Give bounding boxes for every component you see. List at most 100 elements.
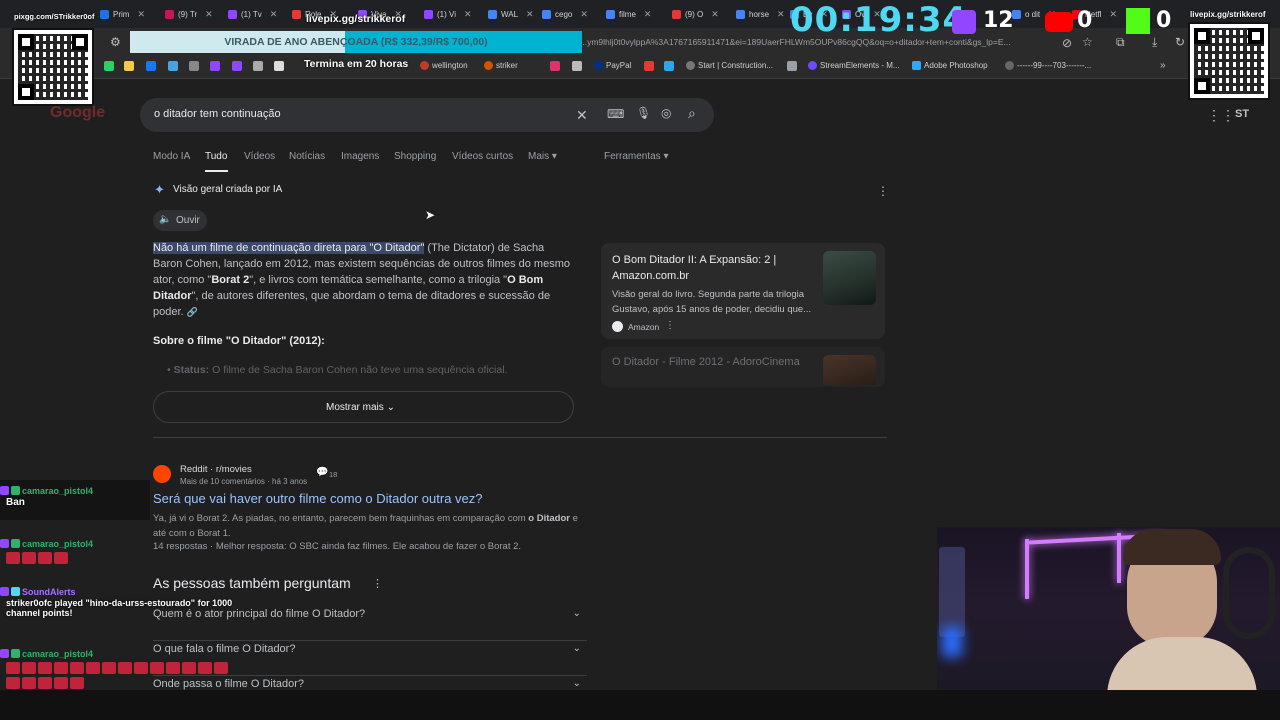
bookmark-construction[interactable]: Start | Construction... [686,61,773,70]
stream-timer: 00:19:34 [790,0,968,40]
listen-label: Ouvir [176,215,200,226]
bookmark-icon[interactable] [189,61,199,71]
youtube-icon [1045,12,1073,32]
bottom-bar [0,690,1280,720]
tab-mais[interactable]: Mais ▾ [528,151,557,162]
active-tab-indicator [205,170,228,172]
history-icon[interactable]: ↻ [1175,35,1185,49]
close-icon[interactable]: ✕ [777,9,785,20]
bookmark-icon[interactable] [572,61,582,71]
bookmark-icon[interactable] [124,61,134,71]
bookmark-icon[interactable] [787,61,797,71]
close-icon[interactable]: ✕ [711,9,719,20]
tab-videos[interactable]: Vídeos [244,151,275,162]
browser-tab[interactable]: (1) Tv ✕ [228,5,277,23]
close-icon[interactable]: ✕ [526,9,534,20]
tab-label: (9) O [685,9,704,19]
more-options-icon[interactable]: ⋮ [372,577,383,590]
browser-tab[interactable]: filme ✕ [606,5,651,23]
google-logo[interactable]: Google [50,104,105,122]
tab-favicon-icon [228,9,237,19]
qr-left-label: pixgg.com/STrikker0of [14,12,95,21]
tab-modo-ia[interactable]: Modo IA [153,151,190,162]
instagram-icon[interactable] [550,61,560,71]
bookmark-icon[interactable] [274,61,284,71]
tab-favicon-icon [488,9,497,19]
clear-icon[interactable]: ✕ [576,107,588,124]
tab-label: WAL [501,9,519,19]
bookmark-icon[interactable] [644,61,654,71]
account-avatar[interactable]: ST [1235,108,1249,120]
extensions-icon[interactable]: ⧉ [1116,35,1125,50]
tab-shopping[interactable]: Shopping [394,151,436,162]
twitch-icon[interactable] [232,61,242,71]
movie-thumbnail [823,355,876,385]
bookmark-striker[interactable]: striker [484,61,518,70]
close-icon[interactable]: ✕ [1109,9,1117,20]
browser-tab[interactable]: Prim ✕ [100,5,145,23]
browser-tab[interactable]: (9) O ✕ [672,5,719,23]
apps-grid-icon[interactable]: ⋮⋮ [1207,107,1235,124]
tab-favicon-icon [165,9,174,19]
eye-off-icon[interactable]: ⊘ [1062,36,1072,50]
site-settings-icon[interactable]: ⚙ [110,35,121,49]
chat-message: SoundAlerts striker0ofc played "hino-da-… [0,584,232,618]
tab-favicon-icon [542,9,551,19]
card-description: Visão geral do livro. Segunda parte da t… [612,289,812,315]
bookmark-misc[interactable]: ------99----703-------... [1005,61,1091,70]
tab-label: (9) Tr [178,9,198,19]
browser-tab[interactable]: (9) Tr ✕ [165,5,213,23]
keyboard-icon[interactable]: ⌨ [607,107,624,121]
chevron-right-icon[interactable]: » [1160,60,1166,71]
card-title[interactable]: O Bom Ditador II: A Expansão: 2 | Amazon… [612,252,817,284]
browser-tab[interactable]: horse ✕ [736,5,785,23]
tab-noticias[interactable]: Notícias [289,151,325,162]
telegram-icon[interactable] [664,61,674,71]
browser-tab[interactable]: cego ✕ [542,5,588,23]
twitch-icon[interactable] [210,61,220,71]
bookmark-paypal[interactable]: PayPal [594,61,631,70]
star-icon[interactable]: ☆ [1082,35,1093,49]
tab-ferramentas[interactable]: Ferramentas ▾ [604,151,669,162]
bookmark-icon[interactable] [168,61,178,71]
bookmark-icon[interactable] [253,61,263,71]
search-icon[interactable]: ⌕ [688,105,696,122]
speaker-icon: 🔈 [159,214,172,225]
tab-favicon-icon [100,9,109,19]
donation-goal-text: VIRADA DE ANO ABENÇOADA (R$ 332,39/R$ 70… [224,36,488,48]
browser-tab[interactable]: WAL ✕ [488,5,534,23]
lens-icon[interactable]: ◎ [661,106,671,120]
tab-favicon-icon [736,9,745,19]
bookmark-wellington[interactable]: wellington [420,61,468,70]
download-icon[interactable]: ⤓ [1152,35,1157,50]
more-options-icon[interactable]: ⋮ [877,184,889,198]
link-icon[interactable]: 🔗 [187,307,198,317]
reddit-icon [153,465,171,483]
tab-tudo[interactable]: Tudo [205,151,227,162]
tab-favicon-icon [292,9,301,19]
tab-videos-curtos[interactable]: Vídeos curtos [452,151,513,162]
card-title[interactable]: O Ditador - Filme 2012 - AdoroCinema [612,356,800,368]
tab-imagens[interactable]: Imagens [341,151,379,162]
search-input[interactable]: o ditador tem continuação [154,108,281,120]
close-icon[interactable]: ✕ [137,9,145,20]
twitch-viewer-count: 12 [983,8,1014,33]
more-options-icon[interactable]: ⋮ [665,320,675,331]
microphone-icon[interactable]: 🎙 [636,106,651,120]
bookmark-streamelements[interactable]: StreamElements - M... [808,61,900,70]
close-icon[interactable]: ✕ [580,9,588,20]
status-line: • Status: O filme de Sacha Baron Cohen n… [167,364,508,376]
browser-tab[interactable]: (1) Vi ✕ [424,5,472,23]
headphones [1223,547,1275,639]
donation-goal-subtitle: Termina em 20 horas [304,58,409,70]
bookmark-photoshop[interactable]: Adobe Photoshop [912,61,988,70]
whatsapp-icon[interactable] [104,61,114,71]
mouse-cursor-icon: ➤ [425,208,436,222]
facebook-icon[interactable] [146,61,156,71]
close-icon[interactable]: ✕ [205,9,213,20]
tab-favicon-icon [424,9,433,19]
close-icon[interactable]: ✕ [644,9,652,20]
close-icon[interactable]: ✕ [464,9,472,20]
tab-label: (1) Tv [241,9,262,19]
close-icon[interactable]: ✕ [270,9,278,20]
